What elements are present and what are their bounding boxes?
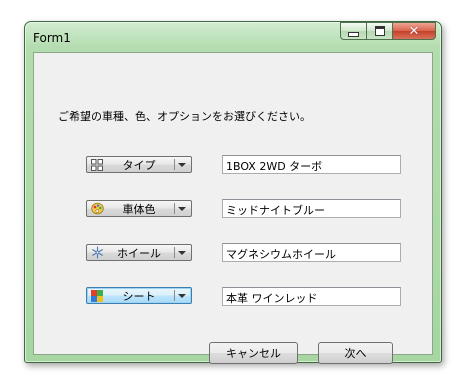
close-button[interactable]: ✕ xyxy=(392,22,436,40)
next-button[interactable]: 次へ xyxy=(318,342,393,364)
palette-icon xyxy=(90,202,104,216)
split-separator xyxy=(174,203,175,214)
client-area: ご希望の車種、色、オプションをお選びください。 タイプ 1BOX 2WD ターボ xyxy=(33,52,433,364)
colored-tiles-icon xyxy=(90,289,104,303)
minimize-button[interactable] xyxy=(340,22,366,40)
maximize-button[interactable] xyxy=(366,22,392,40)
chevron-down-icon[interactable] xyxy=(178,250,186,255)
wheel-button-label: ホイール xyxy=(117,246,161,260)
type-split-button[interactable]: タイプ xyxy=(86,156,192,173)
chevron-down-icon[interactable] xyxy=(178,162,186,167)
instruction-label: ご希望の車種、色、オプションをお選びください。 xyxy=(58,110,311,123)
minimize-icon xyxy=(348,31,359,37)
type-button-label: タイプ xyxy=(122,158,156,172)
chevron-down-icon[interactable] xyxy=(178,293,186,298)
body-color-button-label: 車体色 xyxy=(122,202,156,216)
window-title: Form1 xyxy=(33,31,71,45)
split-separator xyxy=(174,290,175,301)
seat-button-label: シート xyxy=(122,289,156,303)
type-value-field[interactable]: 1BOX 2WD ターボ xyxy=(222,155,401,174)
close-icon: ✕ xyxy=(408,23,420,39)
split-separator xyxy=(174,159,175,170)
chevron-down-icon[interactable] xyxy=(178,206,186,211)
seat-value-field[interactable]: 本革 ワインレッド xyxy=(222,287,401,306)
caption-buttons: ✕ xyxy=(340,22,436,40)
body-color-split-button[interactable]: 車体色 xyxy=(86,200,192,217)
seat-split-button[interactable]: シート xyxy=(86,287,192,304)
cancel-button[interactable]: キャンセル xyxy=(209,342,298,364)
form1-window: Form1 ✕ ご希望の車種、色、オプションをお選びください。 タイプ 1BOX… xyxy=(24,21,442,364)
snowflake-icon xyxy=(90,246,104,260)
maximize-icon xyxy=(374,26,385,36)
wheel-split-button[interactable]: ホイール xyxy=(86,244,192,261)
split-separator xyxy=(174,247,175,258)
wheel-value-field[interactable]: マグネシウムホイール xyxy=(222,243,401,262)
grid-icon xyxy=(90,158,104,172)
body-color-value-field[interactable]: ミッドナイトブルー xyxy=(222,199,401,218)
